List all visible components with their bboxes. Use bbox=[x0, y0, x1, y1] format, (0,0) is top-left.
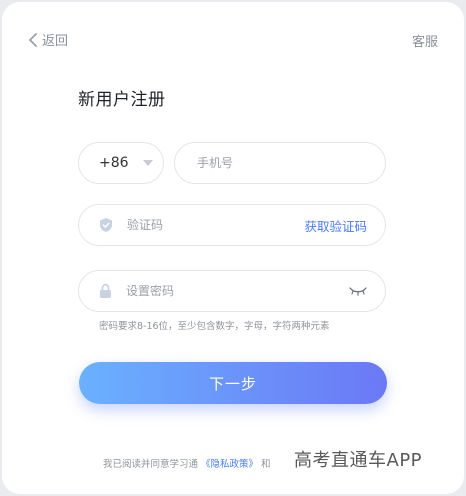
page-title: 新用户注册 bbox=[78, 90, 166, 110]
country-code-select[interactable]: +86 bbox=[78, 142, 164, 184]
agreement-text: 我已阅读并同意学习通 《隐私政策》 和 bbox=[103, 456, 271, 470]
back-button[interactable]: 返回 bbox=[28, 30, 68, 49]
privacy-policy-link[interactable]: 《隐私政策》 bbox=[201, 456, 258, 470]
agreement-connector: 和 bbox=[261, 459, 271, 470]
dropdown-triangle-icon bbox=[142, 160, 153, 166]
next-button[interactable]: 下一步 bbox=[79, 362, 387, 404]
lock-icon bbox=[99, 283, 112, 299]
verification-code-input[interactable] bbox=[125, 217, 305, 233]
password-field[interactable] bbox=[78, 270, 386, 312]
phone-input[interactable] bbox=[195, 155, 385, 171]
eye-closed-icon[interactable] bbox=[349, 286, 367, 296]
country-code-value: +86 bbox=[99, 155, 129, 171]
register-card: 返回 客服 新用户注册 +86 获取验证码 bbox=[2, 2, 464, 494]
verification-code-field[interactable]: 获取验证码 bbox=[78, 204, 386, 246]
password-hint: 密码要求8-16位，至少包含数字，字母，字符两种元素 bbox=[99, 321, 330, 332]
back-label: 返回 bbox=[42, 34, 69, 49]
phone-field[interactable] bbox=[174, 142, 386, 184]
watermark: 高考直通车APP bbox=[294, 450, 423, 471]
password-input[interactable] bbox=[124, 283, 349, 299]
customer-service-button[interactable]: 客服 bbox=[412, 31, 438, 50]
shield-icon bbox=[99, 217, 113, 233]
get-code-button[interactable]: 获取验证码 bbox=[304, 216, 367, 235]
chevron-left-icon bbox=[29, 32, 37, 47]
agreement-prefix: 我已阅读并同意学习通 bbox=[103, 459, 199, 470]
